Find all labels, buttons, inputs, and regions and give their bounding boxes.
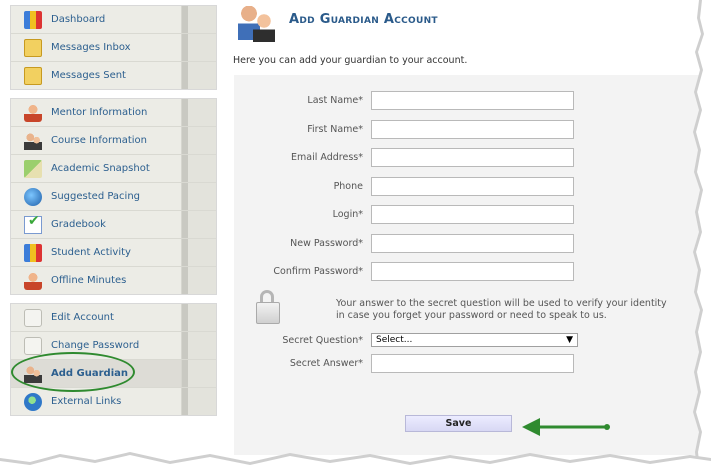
padlock-icon (256, 290, 280, 324)
item-grip (181, 99, 216, 126)
sidebar-item-messages-sent[interactable]: Messages Sent (11, 62, 216, 89)
first-name-row: First Name* (234, 119, 574, 139)
sidebar-item-label: Dashboard (51, 14, 106, 25)
sidebar-item-dashboard[interactable]: Dashboard (11, 6, 216, 34)
sidebar-item-student-activity[interactable]: Student Activity (11, 239, 216, 267)
item-grip (181, 360, 216, 387)
item-grip (181, 239, 216, 266)
login-field[interactable] (371, 204, 574, 224)
email-row: Email Address* (234, 147, 574, 167)
phone-field[interactable] (371, 176, 574, 196)
sidebar-item-label: Student Activity (51, 247, 131, 258)
sidebar-item-suggested-pacing[interactable]: Suggested Pacing (11, 183, 216, 211)
torn-edge-bottom (0, 452, 711, 470)
login-label: Login* (332, 208, 363, 220)
last-name-label: Last Name* (307, 94, 363, 106)
envelope-icon (24, 38, 42, 57)
person-icon (24, 271, 42, 290)
confirm-password-row: Confirm Password* (234, 261, 574, 281)
sidebar-item-edit-account[interactable]: Edit Account (11, 304, 216, 332)
sidebar-item-label: Offline Minutes (51, 275, 127, 286)
chart-icon (24, 159, 42, 178)
item-grip (181, 127, 216, 154)
books-icon (24, 243, 42, 262)
login-row: Login* (234, 204, 574, 224)
torn-edge-right (693, 0, 711, 470)
item-grip (181, 34, 216, 61)
sidebar-item-label: Suggested Pacing (51, 191, 141, 202)
annotation-circle (11, 352, 135, 392)
guardian-people-icon (236, 4, 276, 42)
nav-group-course: Mentor Information Course Information Ac… (10, 98, 217, 295)
sidebar-item-messages-inbox[interactable]: Messages Inbox (11, 34, 216, 62)
first-name-field[interactable] (371, 119, 574, 139)
secret-question-note: Your answer to the secret question will … (336, 298, 667, 321)
confirm-password-field[interactable] (371, 261, 574, 281)
books-icon (24, 10, 42, 29)
last-name-field[interactable] (371, 90, 574, 110)
item-grip (181, 332, 216, 359)
annotation-arrow-icon (522, 418, 610, 436)
first-name-label: First Name* (307, 123, 363, 135)
globe-icon (24, 392, 42, 411)
people-icon (24, 131, 42, 150)
gradebook-check-icon (24, 213, 42, 234)
envelope-icon (24, 66, 42, 85)
last-name-row: Last Name* (234, 90, 574, 110)
sidebar-item-label: Messages Inbox (51, 42, 131, 53)
new-password-row: New Password* (234, 233, 574, 253)
item-grip (181, 155, 216, 182)
secret-question-label: Secret Question* (282, 334, 363, 346)
person-icon (24, 103, 42, 122)
sidebar-item-academic-snapshot[interactable]: Academic Snapshot (11, 155, 216, 183)
secret-question-select[interactable]: Select... ▼ (371, 333, 578, 347)
chevron-down-icon: ▼ (566, 335, 573, 345)
confirm-password-label: Confirm Password* (273, 265, 363, 277)
sidebar-item-label: Edit Account (51, 312, 114, 323)
email-label: Email Address* (291, 151, 363, 163)
sidebar-item-label: Change Password (51, 340, 140, 351)
secret-question-value: Select... (376, 335, 413, 345)
page-title: Add Guardian Account (289, 12, 438, 27)
clock-globe-icon (24, 187, 42, 206)
phone-label: Phone (333, 180, 363, 192)
secret-answer-label: Secret Answer* (289, 357, 363, 369)
sidebar-item-mentor-information[interactable]: Mentor Information (11, 99, 216, 127)
sidebar-item-label: Course Information (51, 135, 147, 146)
item-grip (181, 211, 216, 238)
new-password-label: New Password* (290, 237, 363, 249)
lock-icon (24, 336, 42, 355)
sidebar-item-course-information[interactable]: Course Information (11, 127, 216, 155)
item-grip (181, 183, 216, 210)
item-grip (181, 304, 216, 331)
lock-icon (24, 308, 42, 327)
item-grip (181, 62, 216, 89)
item-grip (181, 6, 216, 33)
email-field[interactable] (371, 147, 574, 167)
item-grip (181, 388, 216, 415)
sidebar-item-label: External Links (51, 396, 122, 407)
sidebar-item-label: Messages Sent (51, 70, 126, 81)
sidebar-item-label: Gradebook (51, 219, 106, 230)
save-button[interactable]: Save (405, 415, 512, 432)
secret-answer-row: Secret Answer* (234, 353, 574, 373)
sidebar-item-label: Mentor Information (51, 107, 148, 118)
secret-answer-field[interactable] (371, 353, 574, 373)
secret-question-row: Secret Question* Select... ▼ (234, 330, 578, 350)
sidebar-item-external-links[interactable]: External Links (11, 388, 216, 415)
item-grip (181, 267, 216, 294)
phone-row: Phone (234, 176, 574, 196)
new-password-field[interactable] (371, 233, 574, 253)
nav-group-messages: Dashboard Messages Inbox Messages Sent (10, 5, 217, 90)
sidebar-item-label: Academic Snapshot (51, 163, 150, 174)
sidebar-item-gradebook[interactable]: Gradebook (11, 211, 216, 239)
sidebar-item-offline-minutes[interactable]: Offline Minutes (11, 267, 216, 294)
intro-text: Here you can add your guardian to your a… (233, 55, 468, 66)
